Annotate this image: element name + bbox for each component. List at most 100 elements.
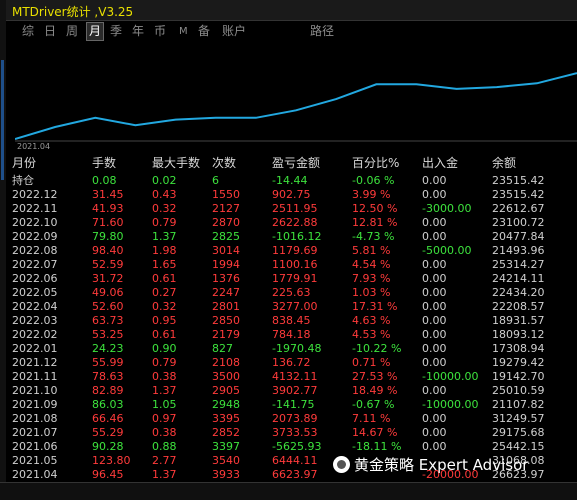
col-lots-cell: 90.28	[92, 440, 124, 453]
table-row[interactable]: 2022.09 79.80 1.37 2825 -1016.12 -4.73 % 0.00 2…	[0, 229, 577, 244]
col-balance-cell: 24214.11	[492, 272, 545, 285]
col-count-cell: 2247	[212, 286, 240, 299]
col-month-cell: 2022.05	[12, 286, 58, 299]
mtdriver-stats-window: MTDriver统计 ,V3.25 综 日 周 月 季 年 币 M 备 账户 路…	[0, 0, 577, 500]
table-row[interactable]: 2022.10 71.60 0.79 2870 2622.88 12.81 % 0.00 23…	[0, 215, 577, 230]
col-month-header[interactable]: 月份	[12, 156, 36, 171]
col-lots-cell: 41.93	[92, 202, 124, 215]
col-deposit-cell: 0.00	[422, 440, 447, 453]
table-row[interactable]: 2021.08 66.46 0.97 3395 2073.89 7.11 % 0.00 312…	[0, 411, 577, 426]
table-row[interactable]: 2022.02 53.25 0.61 2179 784.18 4.53 % 0.00 1809…	[0, 327, 577, 342]
col-max-lots-cell: 1.37	[152, 384, 177, 397]
col-balance-cell: 22612.67	[492, 202, 545, 215]
col-percent-header[interactable]: 百分比%	[352, 156, 399, 171]
col-month-cell: 2022.07	[12, 258, 58, 271]
table-row[interactable]: 2022.04 52.60 0.32 2801 3277.00 17.31 % 0.00 22…	[0, 299, 577, 314]
table-row[interactable]: 2022.06 31.72 0.61 1376 1779.91 7.93 % 0.00 242…	[0, 271, 577, 286]
col-month-cell: 2021.11	[12, 370, 58, 383]
col-balance-cell: 20477.84	[492, 230, 545, 243]
col-count-cell: 2127	[212, 202, 240, 215]
col-month-cell: 2022.02	[12, 328, 58, 341]
col-lots-cell: 53.25	[92, 328, 124, 341]
col-max-lots-cell: 0.95	[152, 314, 177, 327]
tab-m[interactable]: M	[179, 23, 188, 40]
table-row[interactable]: 2021.12 55.99 0.79 2108 136.72 0.71 % 0.00 1927…	[0, 355, 577, 370]
col-count-cell: 3397	[212, 440, 240, 453]
col-month-cell: 2022.06	[12, 272, 58, 285]
col-lots-cell: 49.06	[92, 286, 124, 299]
col-lots-header[interactable]: 手数	[92, 156, 116, 171]
table-row[interactable]: 2022.05 49.06 0.27 2247 225.63 1.03 % 0.00 2243…	[0, 285, 577, 300]
tab-quarter[interactable]: 季	[110, 23, 122, 40]
col-deposit-cell: 0.00	[422, 286, 447, 299]
tab-overview[interactable]: 综	[22, 23, 34, 40]
col-count-cell: 3540	[212, 454, 240, 467]
col-lots-cell: 0.08	[92, 174, 117, 187]
col-percent-cell: 12.81 %	[352, 216, 398, 229]
table-row[interactable]: 2021.11 78.63 0.38 3500 4132.11 27.53 % -10000…	[0, 369, 577, 384]
table-row[interactable]: 2022.03 63.73 0.95 2850 838.45 4.63 % 0.00 1893…	[0, 313, 577, 328]
table-row[interactable]: 2021.07 55.29 0.38 2852 3733.53 14.67 % 0.00 29…	[0, 425, 577, 440]
col-lots-cell: 86.03	[92, 398, 124, 411]
table-row[interactable]: 2022.11 41.93 0.32 2127 2511.95 12.50 % -3000.…	[0, 201, 577, 216]
col-deposit-cell: 0.00	[422, 216, 447, 229]
col-deposit-cell: 0.00	[422, 188, 447, 201]
col-balance-cell: 17308.94	[492, 342, 545, 355]
col-count-cell: 2825	[212, 230, 240, 243]
table-row[interactable]: 2022.08 98.40 1.98 3014 1179.69 5.81 % -5000.0…	[0, 243, 577, 258]
tab-day[interactable]: 日	[44, 23, 56, 40]
col-month-cell: 2022.04	[12, 300, 58, 313]
col-month-cell: 2021.06	[12, 440, 58, 453]
period-toolbar: 综 日 周 月 季 年 币 M 备 账户 路径	[6, 21, 577, 43]
col-count-cell: 2852	[212, 426, 240, 439]
table-row[interactable]: 2022.12 31.45 0.43 1550 902.75 3.99 % 0.00 2351…	[0, 187, 577, 202]
col-max-lots-cell: 1.65	[152, 258, 177, 271]
col-profit-cell: 2622.88	[272, 216, 318, 229]
col-max-lots-header[interactable]: 最大手数	[152, 156, 200, 171]
tab-month[interactable]: 月	[86, 22, 105, 41]
col-count-header[interactable]: 次数	[212, 156, 236, 171]
col-deposit-cell: -3000.00	[422, 202, 472, 215]
col-month-cell: 2021.09	[12, 398, 58, 411]
table-row[interactable]: 2022.01 24.23 0.90 827 -1970.48 -10.22 % 0.00 1…	[0, 341, 577, 356]
col-profit-cell: 1100.16	[272, 258, 318, 271]
col-max-lots-cell: 0.88	[152, 440, 177, 453]
col-lots-cell: 71.60	[92, 216, 124, 229]
tab-notes[interactable]: 备	[198, 23, 210, 40]
col-count-cell: 3395	[212, 412, 240, 425]
chart-x-tick-label: 2021.04	[17, 142, 50, 150]
col-percent-cell: 12.50 %	[352, 202, 398, 215]
col-lots-cell: 98.40	[92, 244, 124, 257]
col-percent-cell: 4.63 %	[352, 314, 391, 327]
col-deposit-cell: 0.00	[422, 174, 447, 187]
col-percent-cell: -10.22 %	[352, 342, 402, 355]
col-profit-header[interactable]: 盈亏金额	[272, 156, 320, 171]
col-max-lots-cell: 0.02	[152, 174, 177, 187]
tab-year[interactable]: 年	[132, 23, 144, 40]
table-row-open-positions[interactable]: 持仓 0.08 0.02 6 -14.44 -0.06 % 0.00 23515.42	[0, 173, 577, 188]
col-lots-cell: 79.80	[92, 230, 124, 243]
col-deposit-header[interactable]: 出入金	[422, 156, 458, 171]
col-month-cell: 2021.07	[12, 426, 58, 439]
col-max-lots-cell: 0.97	[152, 412, 177, 425]
table-row[interactable]: 2021.09 86.03 1.05 2948 -141.75 -0.67 % -10000…	[0, 397, 577, 412]
col-balance-cell: 29175.68	[492, 426, 545, 439]
col-max-lots-cell: 0.61	[152, 328, 177, 341]
table-row[interactable]: 2021.06 90.28 0.88 3397 -5625.93 -18.11 % 0.00…	[0, 439, 577, 454]
tab-currency[interactable]: 币	[154, 23, 166, 40]
col-profit-cell: -5625.93	[272, 440, 322, 453]
col-balance-cell: 25314.27	[492, 258, 545, 271]
table-row[interactable]: 2021.10 82.89 1.37 2905 3902.77 18.49 % 0.00 25…	[0, 383, 577, 398]
col-deposit-cell: 0.00	[422, 384, 447, 397]
tab-path[interactable]: 路径	[310, 23, 334, 40]
col-profit-cell: -141.75	[272, 398, 315, 411]
tab-account[interactable]: 账户	[222, 23, 246, 40]
wechat-channel-icon	[333, 456, 350, 473]
col-balance-header[interactable]: 余额	[492, 156, 516, 171]
col-max-lots-cell: 1.98	[152, 244, 177, 257]
col-percent-cell: 4.53 %	[352, 328, 391, 341]
tab-week[interactable]: 周	[66, 23, 78, 40]
col-month-cell: 2021.08	[12, 412, 58, 425]
col-balance-cell: 18931.57	[492, 314, 545, 327]
table-row[interactable]: 2022.07 52.59 1.65 1994 1100.16 4.54 % 0.00 253…	[0, 257, 577, 272]
